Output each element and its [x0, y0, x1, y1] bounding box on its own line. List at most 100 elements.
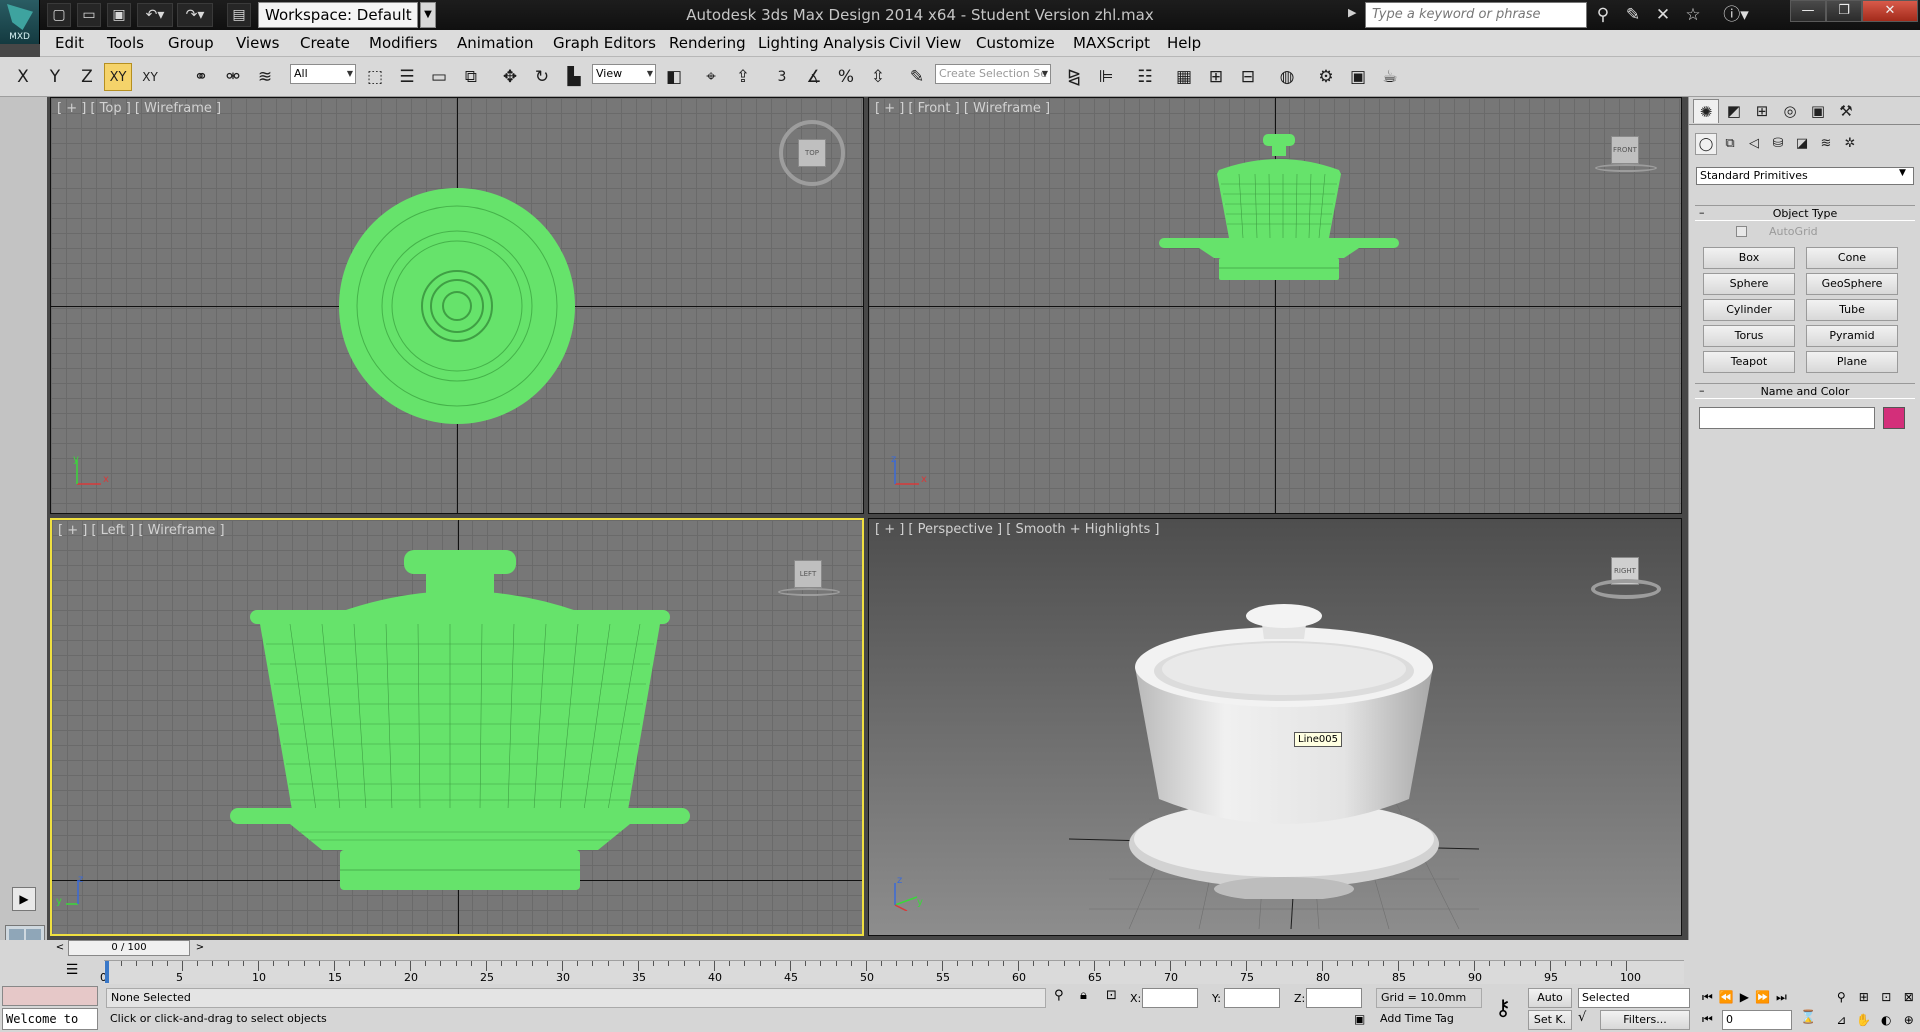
menu-graph-editors[interactable]: Graph Editors [549, 30, 660, 57]
front-view-mesh[interactable] [1159, 134, 1399, 320]
name-color-rollout-header[interactable]: – Name and Color [1695, 383, 1915, 399]
keyboard-shortcut-override-icon[interactable]: ⇪ [729, 63, 757, 91]
bind-space-warp-icon[interactable]: ≋ [251, 63, 279, 91]
link-icon[interactable]: ⚭ [187, 63, 215, 91]
key-filters-button[interactable]: Filters... [1600, 1010, 1690, 1030]
play-animation-icon[interactable]: ▶ [1740, 990, 1749, 1004]
rendered-frame-window-icon[interactable]: ▣ [1344, 63, 1372, 91]
go-to-end-icon[interactable]: ⏭ [1776, 990, 1787, 1005]
helpers-icon[interactable]: ◪ [1791, 133, 1813, 155]
viewcube-ring[interactable] [1595, 164, 1657, 172]
menu-lighting-analysis[interactable]: Lighting Analysis [754, 30, 889, 57]
schematic-view-icon[interactable]: ⊟ [1234, 63, 1262, 91]
render-teapot-icon[interactable]: ☕ [1376, 63, 1404, 91]
constraint-y-button[interactable]: Y [41, 63, 69, 91]
hierarchy-tab-icon[interactable]: ⊞ [1749, 99, 1775, 123]
menu-rendering[interactable]: Rendering [665, 30, 750, 57]
zoom-all-icon[interactable]: ⊞ [1853, 986, 1876, 1009]
time-configuration-icon[interactable]: ⌛ [1800, 1010, 1816, 1025]
motion-tab-icon[interactable]: ◎ [1777, 99, 1803, 123]
pan-icon[interactable]: ✋ [1853, 1009, 1876, 1032]
pyramid-button[interactable]: Pyramid [1806, 325, 1898, 347]
menu-create[interactable]: Create [296, 30, 354, 57]
viewport-front[interactable]: [ + ] [ Front ] [ Wireframe ] FRONT x z [868, 97, 1682, 514]
named-selection-input[interactable]: Create Selection Se [935, 64, 1051, 84]
space-warps-icon[interactable]: ≋ [1815, 133, 1837, 155]
new-file-icon[interactable]: ▢ [47, 3, 71, 27]
teapot-button[interactable]: Teapot [1703, 351, 1795, 373]
key-mode-dropdown[interactable]: Selected [1578, 988, 1690, 1008]
object-type-rollout-header[interactable]: – Object Type [1695, 205, 1915, 221]
zoom-extents-all-icon[interactable]: ⊠ [1898, 986, 1920, 1009]
viewport-perspective[interactable]: Line005 [ + ] [ Perspective ] [ Smooth +… [868, 518, 1682, 936]
pivot-center-icon[interactable]: ◧ [660, 63, 688, 91]
binoculars-icon[interactable]: ⚲ [1590, 3, 1616, 27]
constraint-xy-cycle-button[interactable]: XY [136, 63, 164, 91]
viewcube-front[interactable]: FRONT [1611, 136, 1639, 164]
workspace-dropdown[interactable]: Workspace: Default [258, 2, 418, 28]
zoom-icon[interactable]: ⚲ [1830, 986, 1853, 1009]
systems-icon[interactable]: ✲ [1839, 133, 1861, 155]
menu-animation[interactable]: Animation [453, 30, 537, 57]
next-frame-icon[interactable]: ⏩ [1755, 990, 1770, 1004]
auto-key-button[interactable]: Auto [1528, 988, 1572, 1008]
selection-filter-dropdown[interactable]: All [290, 64, 356, 84]
open-file-icon[interactable]: ▭ [77, 3, 101, 27]
angle-snap-icon[interactable]: ∡ [800, 63, 828, 91]
constraint-x-button[interactable]: X [9, 63, 37, 91]
orbit-icon[interactable]: ◐ [1875, 1009, 1898, 1032]
chevron-down-icon[interactable]: ▼ [1899, 168, 1906, 178]
display-tab-icon[interactable]: ▣ [1805, 99, 1831, 123]
utilities-tab-icon[interactable]: ⚒ [1833, 99, 1859, 123]
select-manipulate-icon[interactable]: ⌖ [697, 63, 725, 91]
isolate-icon[interactable]: ⚲ [1054, 988, 1064, 1003]
cylinder-button[interactable]: Cylinder [1703, 299, 1795, 321]
search-expand-icon[interactable]: ▶ [1348, 6, 1360, 24]
viewcube-top[interactable]: TOP [779, 120, 845, 186]
lights-icon[interactable]: ◁ [1743, 133, 1765, 155]
coord-z-input[interactable] [1306, 988, 1362, 1008]
redo-icon[interactable]: ↷▾ [177, 3, 213, 27]
viewport-left[interactable]: [ + ] [ Left ] [ Wireframe ] LEFT y z [50, 518, 864, 936]
menu-civil-view[interactable]: Civil View [885, 30, 965, 57]
communication-center-icon[interactable]: ✕ [1650, 3, 1676, 27]
key-filter-curve-icon[interactable]: √ [1578, 1010, 1596, 1030]
minimize-button[interactable]: — [1790, 0, 1826, 22]
spinner-snap-icon[interactable]: ⇳ [864, 63, 892, 91]
subscription-center-icon[interactable]: ✎ [1620, 3, 1646, 27]
edit-named-selection-icon[interactable]: ✎ [903, 63, 931, 91]
menu-views[interactable]: Views [232, 30, 283, 57]
menu-maxscript[interactable]: MAXScript [1069, 30, 1154, 57]
constraint-xy-button[interactable]: XY [104, 63, 132, 91]
close-button[interactable]: ✕ [1862, 0, 1918, 22]
menu-customize[interactable]: Customize [972, 30, 1059, 57]
favorites-star-icon[interactable]: ☆ [1680, 3, 1706, 27]
object-color-swatch[interactable] [1883, 407, 1905, 429]
percent-snap-icon[interactable]: % [832, 63, 860, 91]
scale-icon[interactable]: ▙ [560, 63, 588, 91]
undo-icon[interactable]: ↶▾ [137, 3, 173, 27]
app-logo[interactable]: MXD [0, 0, 40, 44]
key-icon[interactable]: ⚷ [1488, 996, 1518, 1022]
time-slider[interactable]: 0 / 100 [68, 940, 190, 956]
tube-button[interactable]: Tube [1806, 299, 1898, 321]
box-button[interactable]: Box [1703, 247, 1795, 269]
selection-lock-icon[interactable]: 🔒︎ [1080, 988, 1087, 1003]
viewport-label-left[interactable]: [ + ] [ Left ] [ Wireframe ] [58, 523, 225, 538]
track-bar[interactable]: 0 5 10 15 20 25 30 35 40 45 50 55 60 65 70 75 80 85 90 95 10… [100, 960, 1684, 984]
current-frame-input[interactable]: 0 [1722, 1010, 1792, 1030]
maximize-button[interactable]: ❐ [1826, 0, 1862, 22]
snaps-toggle-button[interactable]: 3 [768, 63, 796, 91]
geometry-icon[interactable]: ◯ [1695, 133, 1717, 155]
viewport-label-top[interactable]: [ + ] [ Top ] [ Wireframe ] [57, 101, 221, 116]
rectangular-selection-icon[interactable]: ▭ [425, 63, 453, 91]
menu-group[interactable]: Group [164, 30, 218, 57]
viewcube-face[interactable]: TOP [798, 139, 826, 167]
set-key-button[interactable]: Set K. [1528, 1010, 1572, 1030]
viewcube-ring[interactable] [1591, 579, 1661, 599]
current-frame-marker[interactable] [105, 961, 109, 983]
track-bar-menu-icon[interactable]: ☰ [60, 962, 84, 982]
modify-tab-icon[interactable]: ◩ [1721, 99, 1747, 123]
geosphere-button[interactable]: GeoSphere [1806, 273, 1898, 295]
left-view-mesh[interactable] [230, 550, 690, 930]
